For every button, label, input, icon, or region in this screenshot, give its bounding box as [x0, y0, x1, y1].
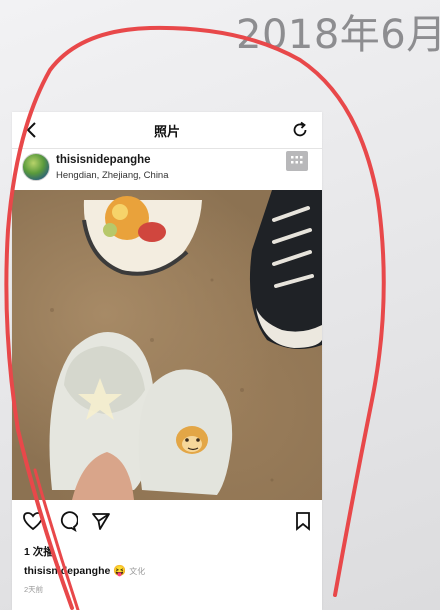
avatar[interactable]	[22, 153, 50, 181]
post-photo[interactable]	[12, 190, 322, 500]
caption-username[interactable]: thisisnidepanghe	[24, 565, 110, 577]
black-sneaker	[249, 190, 322, 349]
view-count: 1 次播	[24, 546, 54, 558]
caption-tag[interactable]: 文化	[129, 567, 145, 576]
heart-icon[interactable]	[22, 510, 44, 532]
right-slipper	[138, 369, 233, 495]
page-title: 照片	[153, 124, 180, 139]
refresh-icon[interactable]	[290, 120, 310, 140]
left-slipper	[49, 332, 155, 500]
post-location[interactable]: Hengdian, Zhejiang, China	[56, 170, 169, 181]
comment-icon[interactable]	[56, 510, 79, 532]
nav-bar: 照片	[12, 112, 322, 149]
post-username[interactable]: thisisnidepanghe	[56, 154, 151, 166]
bookmark-icon[interactable]	[292, 510, 314, 532]
post-header: thisisnidepanghe Hengdian, Zhejiang, Chi…	[12, 149, 322, 189]
send-icon[interactable]	[90, 510, 112, 532]
child-shoe	[82, 196, 202, 276]
caption-emoji: 😝	[113, 565, 127, 577]
post-time: 2天前	[24, 585, 44, 594]
date-text: 2018年6月	[236, 12, 440, 58]
phone-screenshot: 照片 thisisnidepanghe Hengdian, Zhejiang, …	[12, 112, 322, 610]
more-grid-icon[interactable]	[286, 151, 308, 171]
action-bar	[12, 508, 322, 534]
caption: thisisnidepanghe 😝 文化	[24, 564, 145, 577]
